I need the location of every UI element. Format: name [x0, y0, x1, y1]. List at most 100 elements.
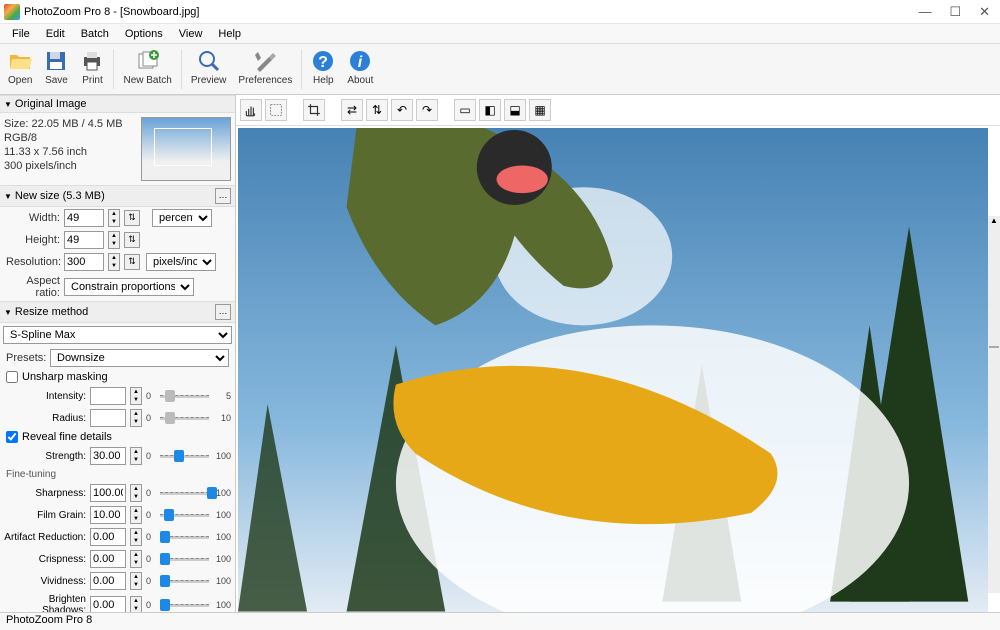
help-button[interactable]: ? Help [305, 47, 341, 88]
folder-open-icon [8, 49, 32, 73]
preview-area[interactable] [238, 128, 988, 612]
printer-icon [80, 49, 104, 73]
rotate-cw-tool[interactable]: ↷ [416, 99, 438, 121]
flip-v-tool[interactable]: ⇅ [366, 99, 388, 121]
fine-slider-3[interactable] [160, 551, 209, 567]
intensity-input[interactable] [90, 387, 126, 405]
open-button[interactable]: Open [2, 47, 38, 88]
fine-slider-1[interactable] [160, 507, 209, 523]
fine-slider-2[interactable] [160, 529, 209, 545]
menu-options[interactable]: Options [117, 27, 171, 41]
rotate-ccw-tool[interactable]: ↶ [391, 99, 413, 121]
hand-icon [244, 103, 258, 117]
aspect-label: Aspect ratio: [6, 275, 60, 299]
split-v[interactable]: ⬓ [504, 99, 526, 121]
height-stepper[interactable]: ▲▼ [108, 231, 120, 249]
crop-tool[interactable] [303, 99, 325, 121]
save-button[interactable]: Save [38, 47, 74, 88]
fine-label-2: Artifact Reduction: [4, 532, 86, 543]
fine-stepper-3[interactable]: ▲▼ [130, 550, 142, 568]
preferences-button[interactable]: Preferences [232, 47, 298, 88]
maximize-button[interactable]: ☐ [949, 4, 961, 20]
radius-input[interactable] [90, 409, 126, 427]
toolbar: Open Save Print New Batch Preview Prefer… [0, 44, 1000, 95]
split-quad[interactable]: ▦ [529, 99, 551, 121]
help-icon: ? [311, 49, 335, 73]
unit-select[interactable]: percent [152, 209, 212, 227]
fine-slider-0[interactable] [160, 485, 209, 501]
strength-input[interactable] [90, 447, 126, 465]
fine-input-4[interactable] [90, 572, 126, 590]
original-image-header[interactable]: ▼Original Image [0, 95, 235, 113]
hand-tool[interactable] [240, 99, 262, 121]
intensity-slider[interactable] [160, 388, 209, 404]
radius-slider[interactable] [160, 410, 209, 426]
intensity-label: Intensity: [4, 391, 86, 402]
info-icon: i [348, 49, 372, 73]
radius-stepper[interactable]: ▲▼ [130, 409, 142, 427]
method-options[interactable]: … [215, 304, 231, 320]
radius-label: Radius: [4, 413, 86, 424]
fine-stepper-1[interactable]: ▲▼ [130, 506, 142, 524]
flip-h-tool[interactable]: ⇄ [341, 99, 363, 121]
aspect-select[interactable]: Constrain proportions [64, 278, 194, 296]
fine-input-5[interactable] [90, 596, 126, 612]
about-button[interactable]: i About [341, 47, 379, 88]
res-unit-select[interactable]: pixels/inch [146, 253, 216, 271]
fine-label-0: Sharpness: [4, 488, 86, 499]
height-input[interactable] [64, 231, 104, 249]
fine-stepper-0[interactable]: ▲▼ [130, 484, 142, 502]
resize-method-header[interactable]: ▼Resize method… [0, 301, 235, 323]
fine-input-1[interactable] [90, 506, 126, 524]
unsharp-label: Unsharp masking [22, 371, 108, 383]
intensity-stepper[interactable]: ▲▼ [130, 387, 142, 405]
preview-button[interactable]: Preview [185, 47, 233, 88]
fine-input-0[interactable] [90, 484, 126, 502]
method-select[interactable]: S-Spline Max [3, 326, 232, 344]
svg-text:?: ? [318, 54, 328, 71]
strength-slider[interactable] [160, 448, 209, 464]
lock-height-button[interactable]: ⇅ [124, 232, 140, 248]
reveal-label: Reveal fine details [22, 431, 112, 443]
minimize-button[interactable]: — [918, 4, 931, 20]
menu-edit[interactable]: Edit [38, 27, 73, 41]
resolution-stepper[interactable]: ▲▼ [108, 253, 120, 271]
fine-slider-4[interactable] [160, 573, 209, 589]
navigator-thumbnail[interactable] [141, 117, 231, 181]
width-stepper[interactable]: ▲▼ [108, 209, 120, 227]
new-batch-button[interactable]: New Batch [117, 47, 177, 88]
fine-slider-5[interactable] [160, 597, 209, 612]
select-tool[interactable] [265, 99, 287, 121]
close-button[interactable]: ✕ [979, 4, 990, 20]
svg-text:i: i [358, 54, 363, 71]
split-h[interactable]: ◧ [479, 99, 501, 121]
width-input[interactable] [64, 209, 104, 227]
resolution-input[interactable] [64, 253, 104, 271]
menu-view[interactable]: View [171, 27, 211, 41]
fine-input-3[interactable] [90, 550, 126, 568]
lock-width-button[interactable]: ⇅ [124, 210, 140, 226]
fine-stepper-5[interactable]: ▲▼ [130, 596, 142, 612]
fine-input-2[interactable] [90, 528, 126, 546]
menu-help[interactable]: Help [210, 27, 249, 41]
menu-batch[interactable]: Batch [73, 27, 117, 41]
orig-dim: 11.33 x 7.56 inch [4, 145, 137, 159]
print-button[interactable]: Print [74, 47, 110, 88]
new-size-header[interactable]: ▼New size (5.3 MB)… [0, 185, 235, 207]
strength-stepper[interactable]: ▲▼ [130, 447, 142, 465]
fine-label-1: Film Grain: [4, 510, 86, 521]
unsharp-check[interactable] [6, 371, 18, 383]
menu-bar: File Edit Batch Options View Help [0, 24, 1000, 44]
side-panel: ▼Original Image Size: 22.05 MB / 4.5 MB … [0, 95, 236, 612]
presets-select[interactable]: Downsize [50, 349, 229, 367]
lock-res-button[interactable]: ⇅ [124, 254, 140, 270]
fine-stepper-2[interactable]: ▲▼ [130, 528, 142, 546]
reveal-check[interactable] [6, 431, 18, 443]
batch-icon [136, 49, 160, 73]
newsize-options[interactable]: … [215, 188, 231, 204]
fine-stepper-4[interactable]: ▲▼ [130, 572, 142, 590]
menu-file[interactable]: File [4, 27, 38, 41]
split-none[interactable]: ▭ [454, 99, 476, 121]
vertical-scrollbar[interactable]: ▲ [988, 216, 1000, 593]
fine-tuning-header: Fine-tuning [0, 467, 235, 482]
